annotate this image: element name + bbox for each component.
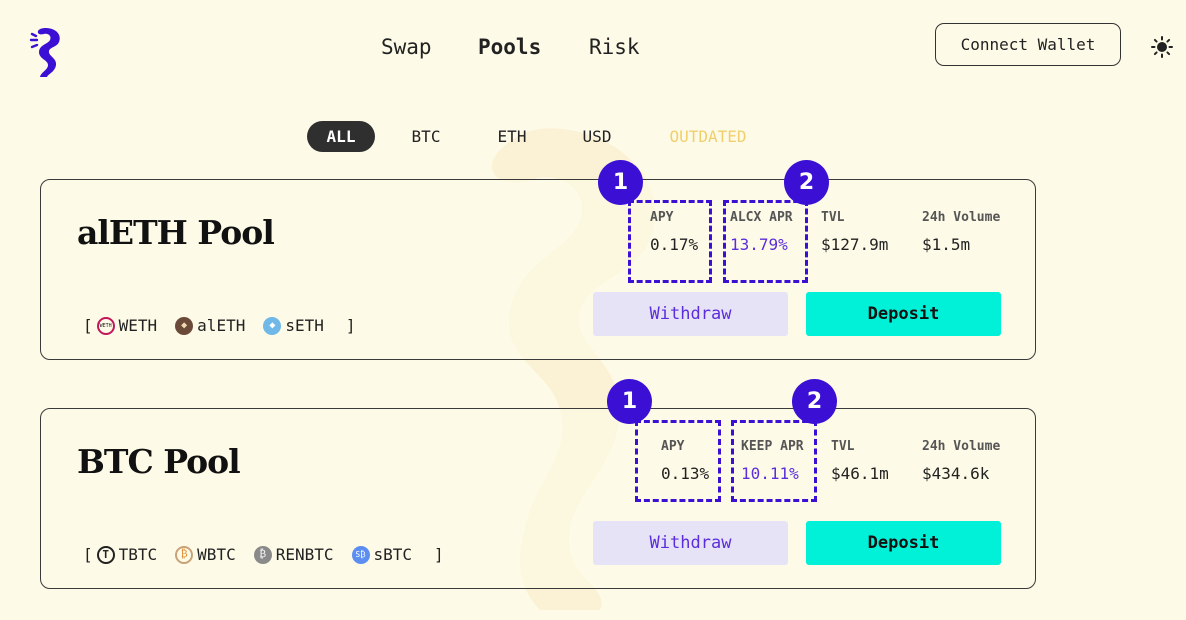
connect-wallet-button[interactable]: Connect Wallet: [935, 23, 1121, 66]
pool-token-list: [ WETH WETH ◆ alETH ◆ sETH ]: [83, 316, 356, 335]
withdraw-button[interactable]: Withdraw: [593, 521, 788, 565]
highlight-box-apy: [635, 420, 721, 502]
aleth-pool-card: alETH Pool [ WETH WETH ◆ alETH ◆ sETH ] …: [40, 179, 1036, 360]
filter-btc[interactable]: BTC: [400, 121, 452, 152]
annotation-badge-2: 2: [792, 379, 837, 424]
renbtc-icon: ₿: [253, 545, 272, 564]
withdraw-button[interactable]: Withdraw: [593, 292, 788, 336]
annotation-badge-1: 1: [598, 160, 643, 205]
nav-swap[interactable]: Swap: [381, 30, 432, 64]
token-renbtc: ₿ RENBTC: [253, 545, 334, 564]
pool-filter-bar: ALL BTC ETH USD OUTDATED: [0, 121, 1186, 153]
tbtc-icon: T: [96, 545, 115, 564]
sun-icon[interactable]: [1151, 36, 1173, 58]
btc-pool-card: BTC Pool [ T TBTC ₿ WBTC ₿ RENBTC S₿ sBT…: [40, 408, 1036, 589]
stat-24h-volume: 24h Volume $434.6k: [922, 439, 1001, 483]
filter-all[interactable]: ALL: [307, 121, 375, 152]
highlight-box-keep-apr: [731, 420, 817, 502]
wbtc-icon: ₿: [175, 545, 194, 564]
nav-pools[interactable]: Pools: [478, 30, 541, 64]
highlight-box-alcx-apr: [723, 200, 808, 283]
token-tbtc: T TBTC: [96, 545, 157, 564]
deposit-button[interactable]: Deposit: [806, 292, 1001, 336]
filter-eth[interactable]: ETH: [486, 121, 538, 152]
filter-outdated[interactable]: OUTDATED: [660, 121, 756, 152]
token-seth: ◆ sETH: [263, 316, 324, 335]
seth-icon: ◆: [263, 316, 282, 335]
annotation-badge-1: 1: [607, 379, 652, 424]
token-weth: WETH WETH: [96, 316, 157, 335]
weth-icon: WETH: [96, 316, 115, 335]
nav-risk[interactable]: Risk: [589, 30, 640, 64]
stat-tvl: TVL $127.9m: [821, 210, 889, 254]
annotation-badge-2: 2: [784, 160, 829, 205]
stat-24h-volume: 24h Volume $1.5m: [922, 210, 1001, 254]
stat-tvl: TVL $46.1m: [831, 439, 889, 483]
filter-usd[interactable]: USD: [571, 121, 623, 152]
pool-title: BTC Pool: [77, 442, 241, 481]
token-aleth: ◆ alETH: [175, 316, 245, 335]
aleth-icon: ◆: [175, 316, 194, 335]
highlight-box-apy: [628, 200, 712, 283]
pool-token-list: [ T TBTC ₿ WBTC ₿ RENBTC S₿ sBTC ]: [83, 545, 444, 564]
token-sbtc: S₿ sBTC: [351, 545, 412, 564]
token-wbtc: ₿ WBTC: [175, 545, 236, 564]
sbtc-icon: S₿: [351, 545, 370, 564]
pool-title: alETH Pool: [77, 213, 275, 252]
deposit-button[interactable]: Deposit: [806, 521, 1001, 565]
